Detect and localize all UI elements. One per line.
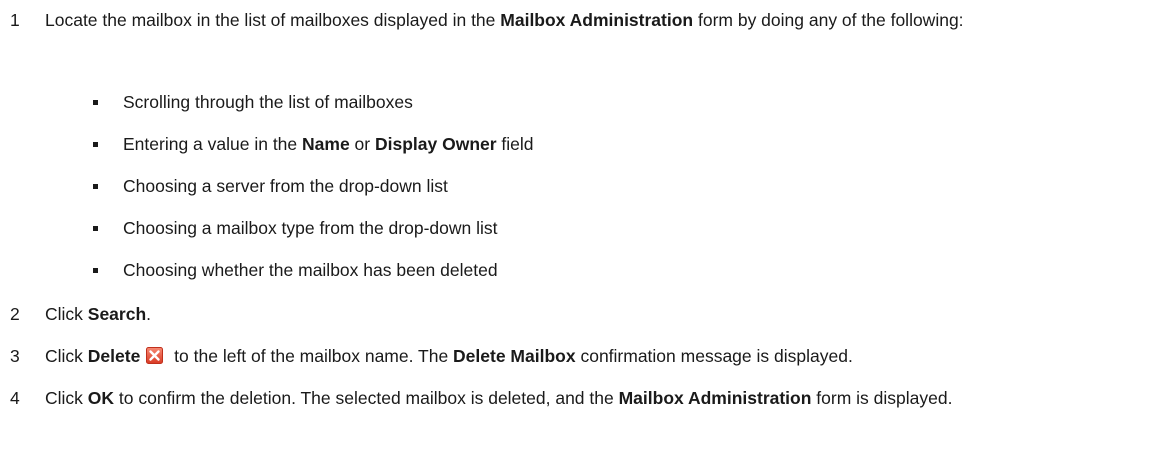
- list-item-text-part: field: [496, 134, 534, 154]
- step-text-part: to confirm the deletion. The selected ma…: [114, 388, 619, 408]
- step-text-part: Click: [45, 388, 88, 408]
- step-text-part: form is displayed.: [811, 388, 953, 408]
- list-item-text: Choosing a mailbox type from the drop-do…: [123, 218, 498, 238]
- step-text-part: .: [146, 304, 152, 324]
- ui-term: OK: [87, 388, 115, 408]
- step-text-part: Click: [45, 304, 88, 324]
- step-text: Locate the mailbox in the list of mailbo…: [45, 8, 1163, 33]
- delete-x-icon: [146, 347, 164, 364]
- list-item-text: Entering a value in the Name or Display …: [123, 132, 534, 157]
- ui-term: Mailbox Administration: [500, 10, 694, 30]
- step-text-part: Click: [45, 346, 88, 366]
- ui-term: Mailbox Administration: [618, 388, 812, 408]
- step-text-part: confirmation message is displayed.: [575, 346, 853, 366]
- ui-term: Delete: [87, 346, 141, 366]
- list-item-text: Choosing a server from the drop-down lis…: [123, 176, 448, 196]
- list-item-text: Choosing whether the mailbox has been de…: [123, 260, 498, 280]
- ui-term: Search: [87, 304, 147, 324]
- step-text: Click OK to confirm the deletion. The se…: [45, 386, 1163, 411]
- step-number: 1: [10, 10, 20, 30]
- bullet-icon: [93, 226, 98, 231]
- list-item-text: Scrolling through the list of mailboxes: [123, 92, 413, 112]
- step-text-part: form by doing any of the following:: [693, 10, 964, 30]
- bullet-icon: [93, 142, 98, 147]
- ui-term: Name: [302, 134, 350, 154]
- bullet-icon: [93, 100, 98, 105]
- ui-term: Delete Mailbox: [453, 346, 576, 366]
- bullet-icon: [93, 268, 98, 273]
- step-text: Click Delete to the left of the mailbox …: [45, 344, 1163, 369]
- step-text-part: Locate the mailbox in the list of mailbo…: [45, 10, 501, 30]
- list-item-text-part: or: [349, 134, 375, 154]
- step-number: 4: [10, 388, 20, 408]
- step-text-part: to the left of the mailbox name. The: [169, 346, 454, 366]
- step-number: 3: [10, 346, 20, 366]
- step-number: 2: [10, 304, 20, 324]
- bullet-icon: [93, 184, 98, 189]
- list-item-text-part: Entering a value in the: [123, 134, 303, 154]
- step-text: Click Search.: [45, 302, 1163, 327]
- ui-term: Display Owner: [374, 134, 497, 154]
